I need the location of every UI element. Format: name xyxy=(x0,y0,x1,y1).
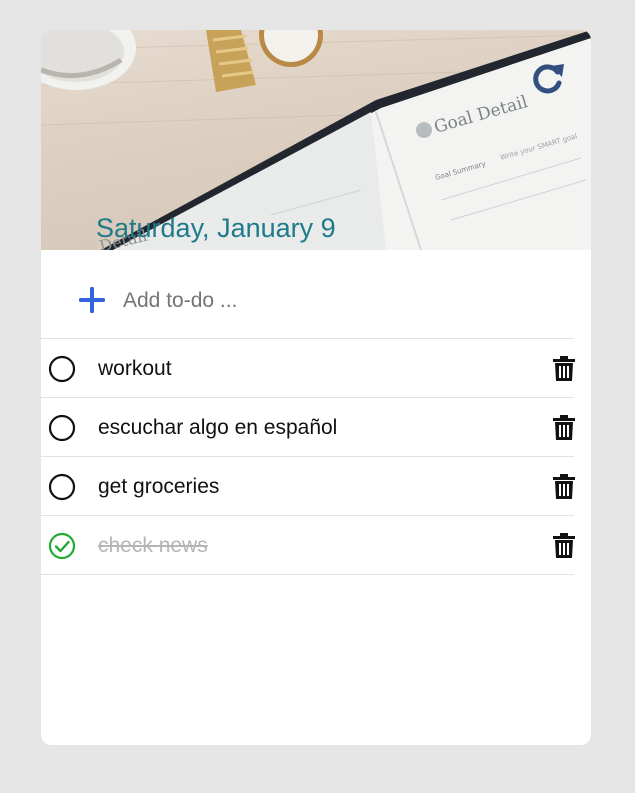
check-circle-icon[interactable] xyxy=(48,532,76,560)
refresh-icon[interactable] xyxy=(529,60,567,98)
trash-icon[interactable] xyxy=(553,415,575,440)
trash-icon[interactable] xyxy=(553,533,575,558)
unchecked-circle-icon[interactable] xyxy=(48,473,76,501)
todo-text: escuchar algo en español xyxy=(98,416,338,439)
todo-item: get groceries xyxy=(41,457,591,515)
todo-text: get groceries xyxy=(98,475,220,498)
trash-icon[interactable] xyxy=(553,474,575,499)
plus-icon[interactable] xyxy=(79,287,105,313)
divider xyxy=(41,574,574,575)
date-heading: Saturday, January 9 xyxy=(96,213,336,243)
add-todo-input[interactable] xyxy=(123,286,543,316)
unchecked-circle-icon[interactable] xyxy=(48,355,76,383)
todo-item: escuchar algo en español xyxy=(41,398,591,456)
todo-text: check news xyxy=(98,534,208,557)
header-image: Goal Detail Goal Summary Write your SMAR… xyxy=(41,30,591,250)
todo-item: workout xyxy=(41,339,591,397)
todo-card: Goal Detail Goal Summary Write your SMAR… xyxy=(41,30,591,745)
todo-item: check news xyxy=(41,516,591,574)
add-todo-row xyxy=(41,250,591,339)
todo-text: workout xyxy=(98,357,172,380)
unchecked-circle-icon[interactable] xyxy=(48,414,76,442)
trash-icon[interactable] xyxy=(553,356,575,381)
